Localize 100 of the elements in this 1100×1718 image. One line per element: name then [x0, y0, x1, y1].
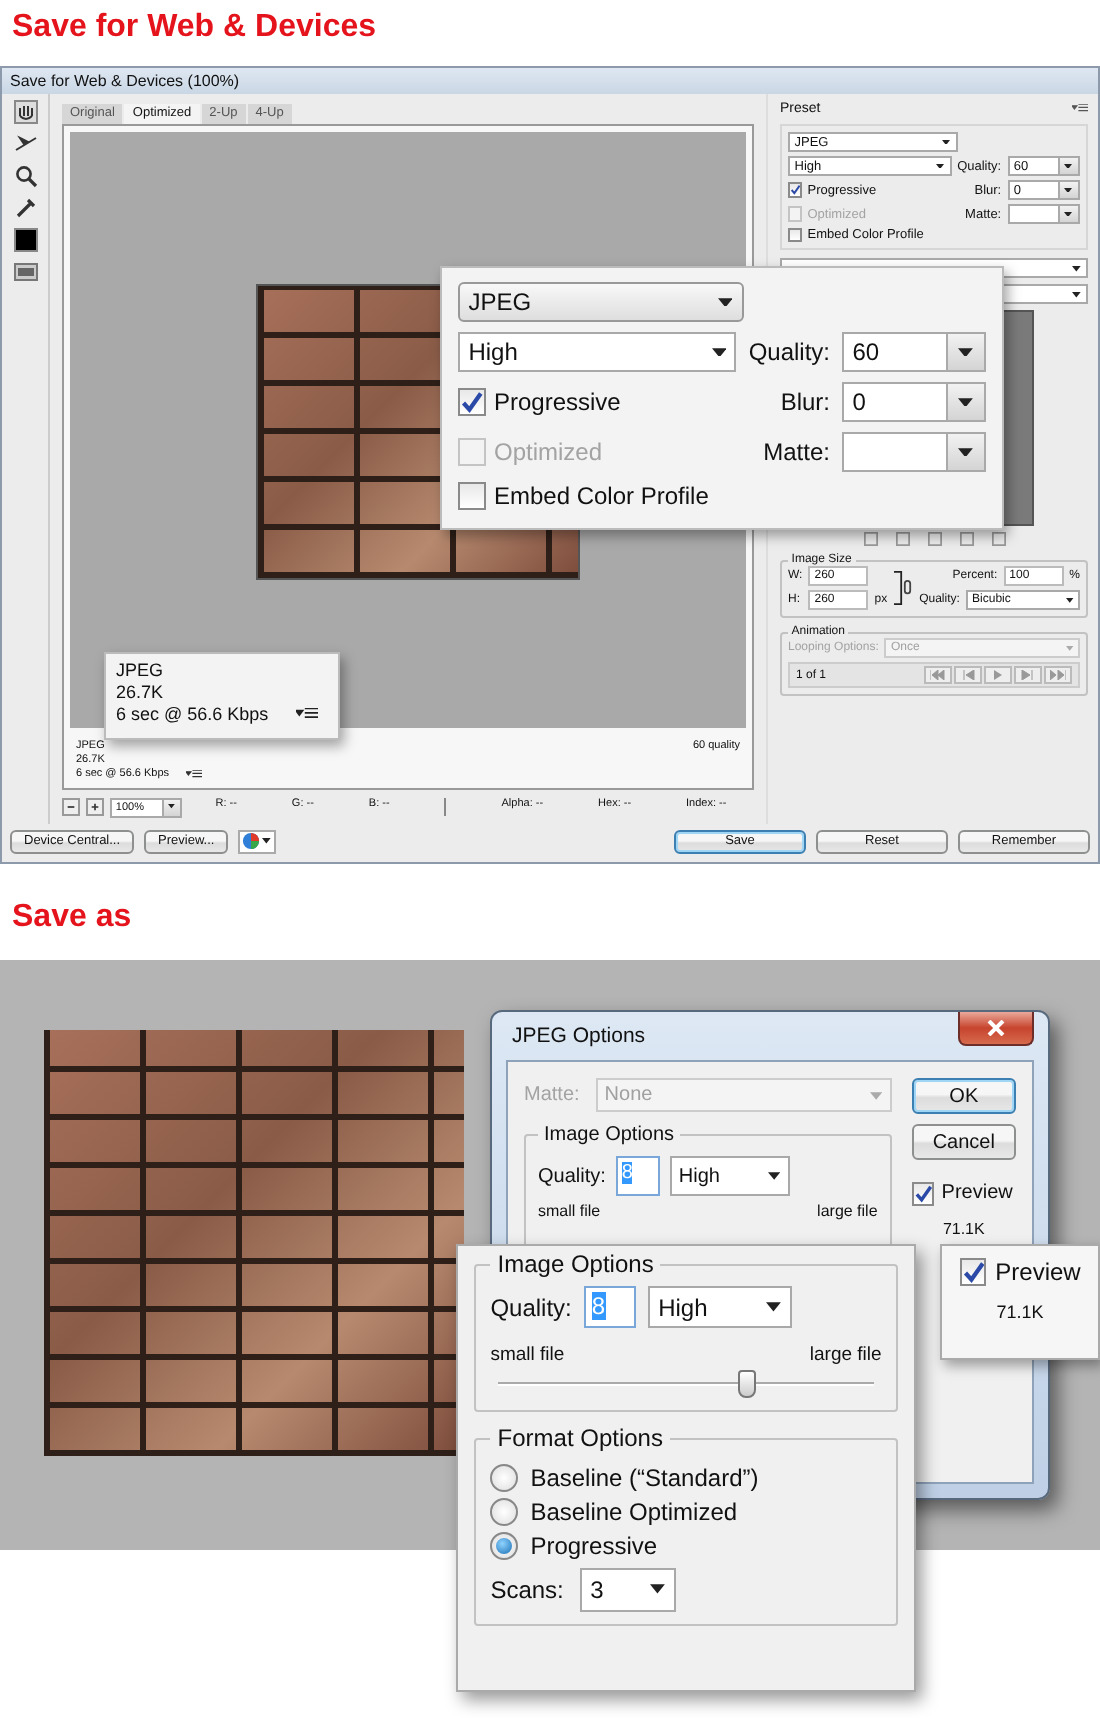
status-text: 6 sec @ 56.6 Kbps — [116, 704, 269, 724]
field-label: Quality: — [490, 1293, 572, 1322]
compression-dropdown[interactable]: High — [669, 1156, 790, 1196]
group-title: Image Options — [542, 1124, 677, 1146]
next-frame-button[interactable] — [1014, 666, 1042, 685]
magnifier-icon[interactable] — [13, 164, 37, 188]
caret-icon — [1064, 211, 1073, 217]
format-dropdown[interactable]: JPEG — [458, 282, 744, 322]
previous-frame-button[interactable] — [954, 666, 982, 685]
zoom-out-button[interactable] — [62, 798, 80, 816]
browser-icon — [242, 832, 261, 850]
slider[interactable] — [498, 1370, 874, 1399]
caret-icon — [936, 163, 945, 169]
caret-icon — [1064, 163, 1073, 169]
caret-icon — [168, 804, 176, 810]
color-swatch[interactable] — [13, 228, 37, 252]
minus-icon — [66, 802, 76, 812]
zoom-in-button[interactable] — [86, 798, 104, 816]
caret-icon — [1072, 292, 1082, 298]
caret-icon — [958, 447, 974, 457]
radio-label: Progressive — [530, 1531, 658, 1560]
caret-icon — [650, 1584, 666, 1595]
slider-thumb[interactable] — [738, 1370, 757, 1399]
caret-icon — [711, 347, 727, 357]
caret-icon — [766, 1302, 782, 1313]
caret-icon — [1072, 266, 1082, 272]
menu-icon — [185, 769, 202, 779]
group-title: Format Options — [495, 1424, 665, 1453]
checkbox[interactable] — [959, 1258, 987, 1286]
checkbox[interactable] — [458, 388, 486, 416]
field-label: Matte: — [524, 1084, 580, 1106]
group-title: Image Options — [495, 1250, 656, 1278]
window-title: Save for Web & Devices (100%) — [10, 72, 240, 90]
caret-icon — [958, 397, 974, 407]
checkbox[interactable] — [788, 182, 803, 198]
status-text: 26.7K — [116, 682, 166, 702]
last-frame-button[interactable] — [1044, 666, 1072, 685]
field-label: Quality: — [538, 1165, 606, 1187]
play-button[interactable] — [984, 666, 1012, 685]
button[interactable]: OK — [911, 1078, 1016, 1114]
slice-select-icon[interactable] — [13, 132, 37, 156]
panel-menu-icon[interactable] — [1072, 104, 1088, 114]
slider-label: small file — [490, 1344, 565, 1367]
close-button[interactable] — [958, 1012, 1034, 1046]
checkbox-label: Embed Color Profile — [493, 482, 709, 510]
hand-tool-icon[interactable] — [13, 100, 37, 124]
last-frame-icon — [1050, 670, 1066, 681]
compression-dropdown[interactable]: High — [647, 1286, 792, 1329]
browser-dropdown[interactable] — [238, 829, 276, 853]
checkbox-label: Preview — [941, 1182, 1013, 1205]
menu-icon — [296, 707, 319, 721]
caret-icon — [1066, 598, 1074, 604]
radio-button[interactable] — [490, 1463, 519, 1492]
first-frame-button[interactable] — [924, 666, 952, 685]
link-icon — [893, 568, 912, 609]
field-label: Quality: — [748, 338, 830, 366]
checkbox-label: Progressive — [493, 388, 621, 416]
slider-label: small file — [538, 1202, 601, 1220]
field-label: Scans: — [490, 1575, 564, 1604]
checkbox-label: Preview — [995, 1258, 1081, 1286]
section-heading: Save as — [12, 900, 132, 936]
radio-button[interactable] — [490, 1497, 519, 1526]
button[interactable]: Cancel — [911, 1124, 1016, 1160]
play-icon — [990, 670, 1006, 681]
caret-icon — [942, 139, 951, 145]
previous-frame-icon — [960, 670, 976, 681]
file-size: 71.1K — [996, 1302, 1044, 1322]
radio-label: Baseline Optimized — [530, 1497, 738, 1526]
field-label: Matte: — [763, 438, 830, 466]
quality-field[interactable]: 60 — [842, 332, 986, 372]
plus-icon — [90, 802, 100, 812]
dialog-title: JPEG Options — [512, 1024, 646, 1048]
radio-label: Baseline (“Standard”) — [530, 1463, 759, 1492]
caret-icon — [262, 838, 272, 844]
preview-toggle-icon[interactable] — [13, 260, 37, 284]
compression-dropdown[interactable]: High — [458, 332, 737, 372]
caret-icon — [1066, 646, 1074, 652]
close-icon — [986, 1020, 1006, 1036]
caret-icon — [768, 1172, 781, 1180]
checkbox[interactable] — [458, 482, 486, 510]
checkbox-label: Optimized — [493, 438, 603, 466]
caret-icon — [870, 1091, 883, 1099]
caret-icon — [1064, 187, 1073, 193]
blur-field[interactable]: 0 — [842, 382, 986, 422]
status-text: JPEG — [116, 660, 166, 680]
caret-icon — [717, 297, 733, 307]
eyedropper-icon[interactable] — [13, 196, 37, 220]
first-frame-icon — [930, 670, 946, 681]
matte-field[interactable] — [842, 432, 986, 472]
checkbox[interactable] — [911, 1182, 935, 1205]
file-size: 71.1K — [940, 1219, 987, 1237]
next-frame-icon — [1020, 670, 1036, 681]
checkbox[interactable] — [788, 228, 803, 243]
section-heading: Save for Web & Devices — [12, 10, 377, 46]
slider-label: large file — [817, 1202, 878, 1220]
radio-button[interactable] — [490, 1531, 519, 1560]
matte-field[interactable] — [1007, 204, 1080, 224]
caret-icon — [958, 347, 974, 357]
scans-dropdown[interactable]: 3 — [579, 1567, 676, 1612]
field-label: Blur: — [780, 388, 830, 416]
